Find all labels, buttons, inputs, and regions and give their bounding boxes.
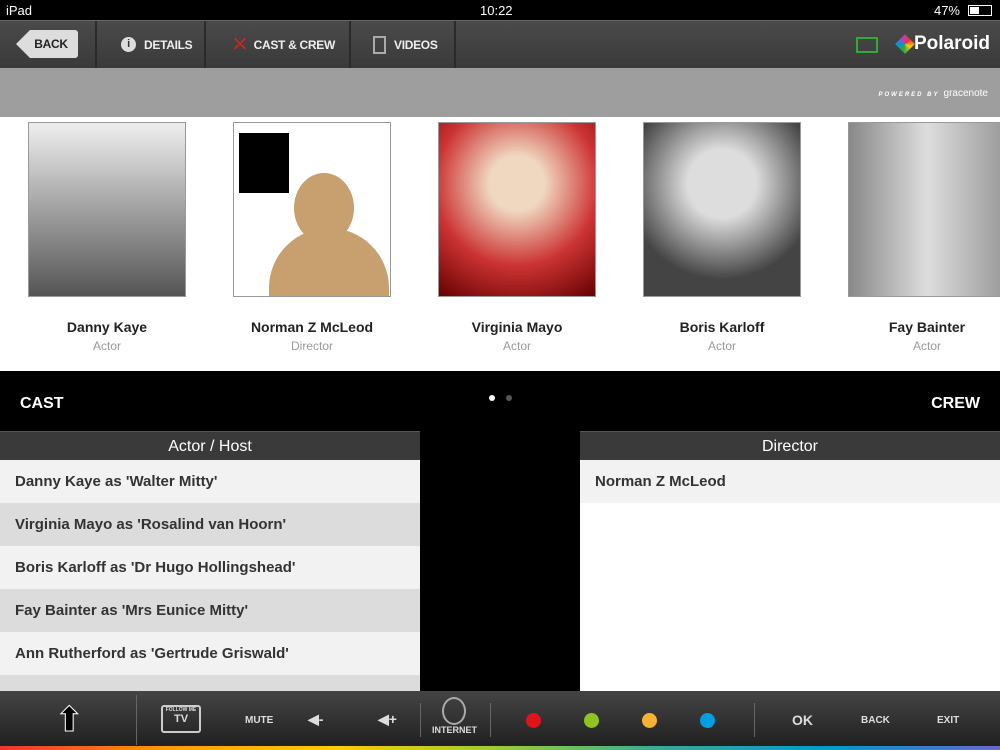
person-card[interactable]: Virginia Mayo Actor bbox=[438, 122, 596, 353]
top-nav: BACK i DETAILS ⛌ CAST & CREW VIDEOS Pola… bbox=[0, 20, 1000, 68]
tv-link-icon[interactable] bbox=[856, 37, 878, 53]
remote-back-button[interactable]: BACK bbox=[861, 715, 890, 726]
follow-me-tv-button[interactable]: FOLLOW ME TV bbox=[161, 705, 201, 733]
placeholder-director-icon bbox=[233, 122, 391, 297]
tab-details[interactable]: i DETAILS bbox=[97, 21, 206, 68]
rainbow-strip bbox=[0, 746, 1000, 750]
clock: 10:22 bbox=[480, 3, 513, 18]
blue-button[interactable] bbox=[700, 713, 715, 728]
battery-percent: 47% bbox=[933, 3, 960, 18]
list-item[interactable]: Boris Karloff as 'Dr Hugo Hollingshead' bbox=[0, 546, 420, 589]
device-name: iPad bbox=[6, 3, 33, 18]
tab-label: CAST & CREW bbox=[253, 37, 336, 52]
up-arrow-button[interactable]: ⬆ bbox=[55, 703, 84, 738]
list-item[interactable]: Norman Z McLeod bbox=[580, 460, 1000, 503]
attribution-bar: POWERED BY gracenote bbox=[0, 68, 1000, 117]
list-item[interactable]: Fay Bainter as 'Mrs Eunice Mitty' bbox=[0, 589, 420, 632]
person-card[interactable]: Norman Z McLeod Director bbox=[233, 122, 391, 353]
cast-list[interactable]: Actor / Host Danny Kaye as 'Walter Mitty… bbox=[0, 431, 420, 691]
cast-crew-lists: Actor / Host Danny Kaye as 'Walter Mitty… bbox=[0, 431, 1000, 691]
person-photo bbox=[438, 122, 596, 297]
mute-button[interactable]: MUTE bbox=[245, 715, 273, 726]
volume-down-button[interactable]: ◀- bbox=[308, 711, 323, 728]
internet-button[interactable]: INTERNET bbox=[432, 697, 477, 735]
exit-button[interactable]: EXIT bbox=[937, 715, 959, 726]
tab-label: VIDEOS bbox=[394, 37, 438, 52]
crew-label: CREW bbox=[931, 395, 980, 412]
tab-videos[interactable]: VIDEOS bbox=[351, 21, 456, 68]
person-photo bbox=[643, 122, 801, 297]
gracenote-attribution: POWERED BY gracenote bbox=[878, 88, 989, 99]
battery-icon bbox=[968, 5, 992, 16]
crew-list[interactable]: Director Norman Z McLeod bbox=[580, 431, 1000, 691]
film-icon bbox=[373, 35, 386, 54]
page-dot[interactable] bbox=[506, 395, 512, 401]
section-bar: CAST CREW bbox=[0, 375, 1000, 431]
red-button[interactable] bbox=[526, 713, 541, 728]
tab-cast-crew[interactable]: ⛌ CAST & CREW bbox=[206, 21, 351, 68]
yellow-button[interactable] bbox=[642, 713, 657, 728]
ok-button[interactable]: OK bbox=[792, 712, 813, 728]
info-icon: i bbox=[121, 37, 136, 52]
list-item[interactable]: Ann Rutherford as 'Gertrude Griswald' bbox=[0, 632, 420, 675]
remote-bar: ⬆ FOLLOW ME TV MUTE ◀- ◀+ INTERNET OK BAC… bbox=[0, 691, 1000, 750]
crew-header: Director bbox=[580, 431, 1000, 460]
volume-up-button[interactable]: ◀+ bbox=[378, 711, 397, 728]
back-button[interactable]: BACK bbox=[16, 30, 78, 58]
polaroid-logo: Polaroid bbox=[895, 33, 990, 55]
cast-header: Actor / Host bbox=[0, 431, 420, 460]
person-card[interactable]: Danny Kaye Actor bbox=[28, 122, 186, 353]
list-item[interactable]: Danny Kaye as 'Walter Mitty' bbox=[0, 460, 420, 503]
list-item-partial[interactable] bbox=[0, 675, 420, 691]
director-chair-icon: ⛌ bbox=[234, 35, 246, 53]
status-bar: iPad 10:22 47% bbox=[0, 0, 1000, 20]
person-card[interactable]: Fay Bainter Actor bbox=[848, 122, 1000, 353]
tab-label: DETAILS bbox=[144, 37, 193, 52]
person-card[interactable]: Boris Karloff Actor bbox=[643, 122, 801, 353]
cast-label: CAST bbox=[20, 395, 64, 412]
person-photo bbox=[848, 122, 1000, 297]
globe-cursor-icon bbox=[442, 697, 466, 725]
person-photo bbox=[28, 122, 186, 297]
green-button[interactable] bbox=[584, 713, 599, 728]
people-carousel[interactable]: Danny Kaye Actor Norman Z McLeod Director … bbox=[0, 117, 1000, 371]
list-item[interactable]: Virginia Mayo as 'Rosalind van Hoorn' bbox=[0, 503, 420, 546]
page-dot-active[interactable] bbox=[489, 395, 495, 401]
back-cell: BACK bbox=[0, 21, 97, 68]
